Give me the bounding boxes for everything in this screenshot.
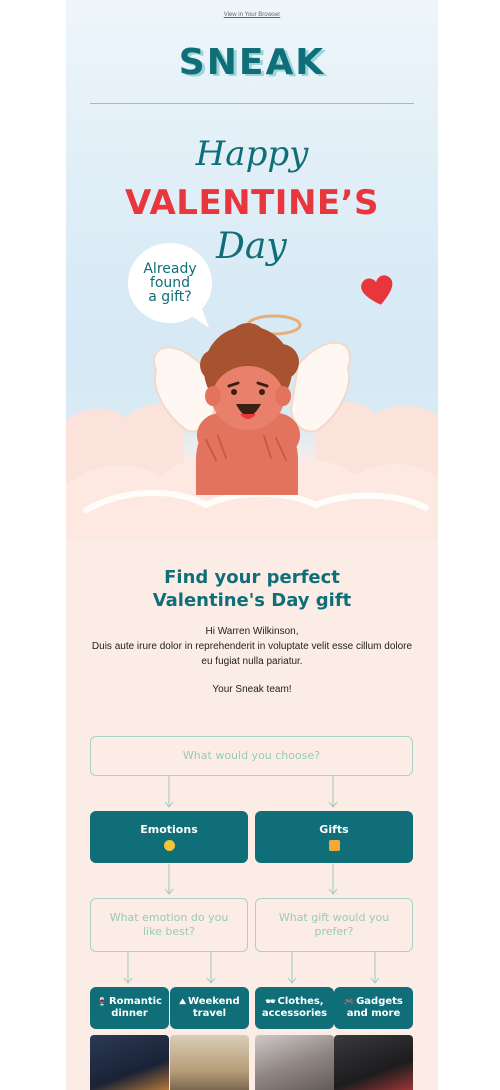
bubble-line-3: a gift? — [148, 289, 192, 305]
email-container: View in Your Browser SNEAK Happy VALENTI… — [66, 0, 438, 1090]
gamepad-icon: 🎮 — [344, 997, 355, 1006]
emotions-label: Emotions — [140, 823, 198, 836]
gift-question-box: What gift would you prefer? — [255, 898, 413, 952]
clothes-accessories-button[interactable]: 🕶 Clothes, accessories — [255, 987, 334, 1029]
weekend-travel-label: Weekend travel — [188, 996, 240, 1019]
emotions-button[interactable]: Emotions — [90, 811, 248, 863]
hero-valentines-text: VALENTINE’S — [124, 183, 380, 223]
hero-day-text: Day — [216, 226, 287, 267]
gadgets-label: Gadgets and more — [346, 996, 403, 1019]
greeting-text: Hi Warren Wilkinson, — [205, 626, 299, 637]
gadgets-photo[interactable] — [334, 1035, 413, 1090]
heading-line-1: Find your perfect — [164, 567, 340, 588]
mountain-icon: ⛰ — [179, 997, 187, 1006]
bubble-line-1: Already — [143, 261, 197, 277]
romantic-dinner-label: Romantic dinner — [108, 996, 162, 1019]
question-box: What would you choose? — [90, 736, 413, 776]
gadgets-button[interactable]: 🎮 Gadgets and more — [334, 987, 413, 1029]
wine-glass-icon: 🍷 — [97, 997, 107, 1006]
cupid-illustration — [66, 314, 438, 540]
romantic-dinner-photo[interactable] — [90, 1035, 169, 1090]
heart-icon — [361, 275, 393, 305]
signoff-text: Your Sneak team! — [212, 684, 292, 695]
intro-body: Hi Warren Wilkinson, Duis aute irure dol… — [86, 624, 418, 669]
heart-eyes-emoji-icon — [163, 840, 175, 851]
gifts-button[interactable]: Gifts — [255, 811, 413, 863]
gifts-label: Gifts — [319, 823, 349, 836]
heading-line-2: Valentine's Day gift — [152, 590, 352, 611]
body-paragraph: Duis aute irure dolor in reprehenderit i… — [91, 641, 413, 667]
hero-happy-text: Happy — [195, 134, 309, 174]
weekend-travel-photo[interactable] — [170, 1035, 249, 1090]
romantic-dinner-button[interactable]: 🍷 Romantic dinner — [90, 987, 169, 1029]
gift-emoji-icon — [328, 840, 340, 851]
accessories-photo[interactable] — [255, 1035, 334, 1090]
weekend-travel-button[interactable]: ⛰ Weekend travel — [170, 987, 249, 1029]
header-divider — [90, 103, 414, 104]
section-heading: Find your perfect Valentine's Day gift — [66, 566, 438, 612]
bubble-line-2: found — [149, 275, 191, 291]
sneak-logo[interactable]: SNEAK — [66, 42, 438, 83]
view-in-browser-link[interactable]: View in Your Browser — [66, 12, 438, 18]
sunglasses-icon: 🕶 — [265, 997, 276, 1006]
emotion-question-box: What emotion do you like best? — [90, 898, 248, 952]
